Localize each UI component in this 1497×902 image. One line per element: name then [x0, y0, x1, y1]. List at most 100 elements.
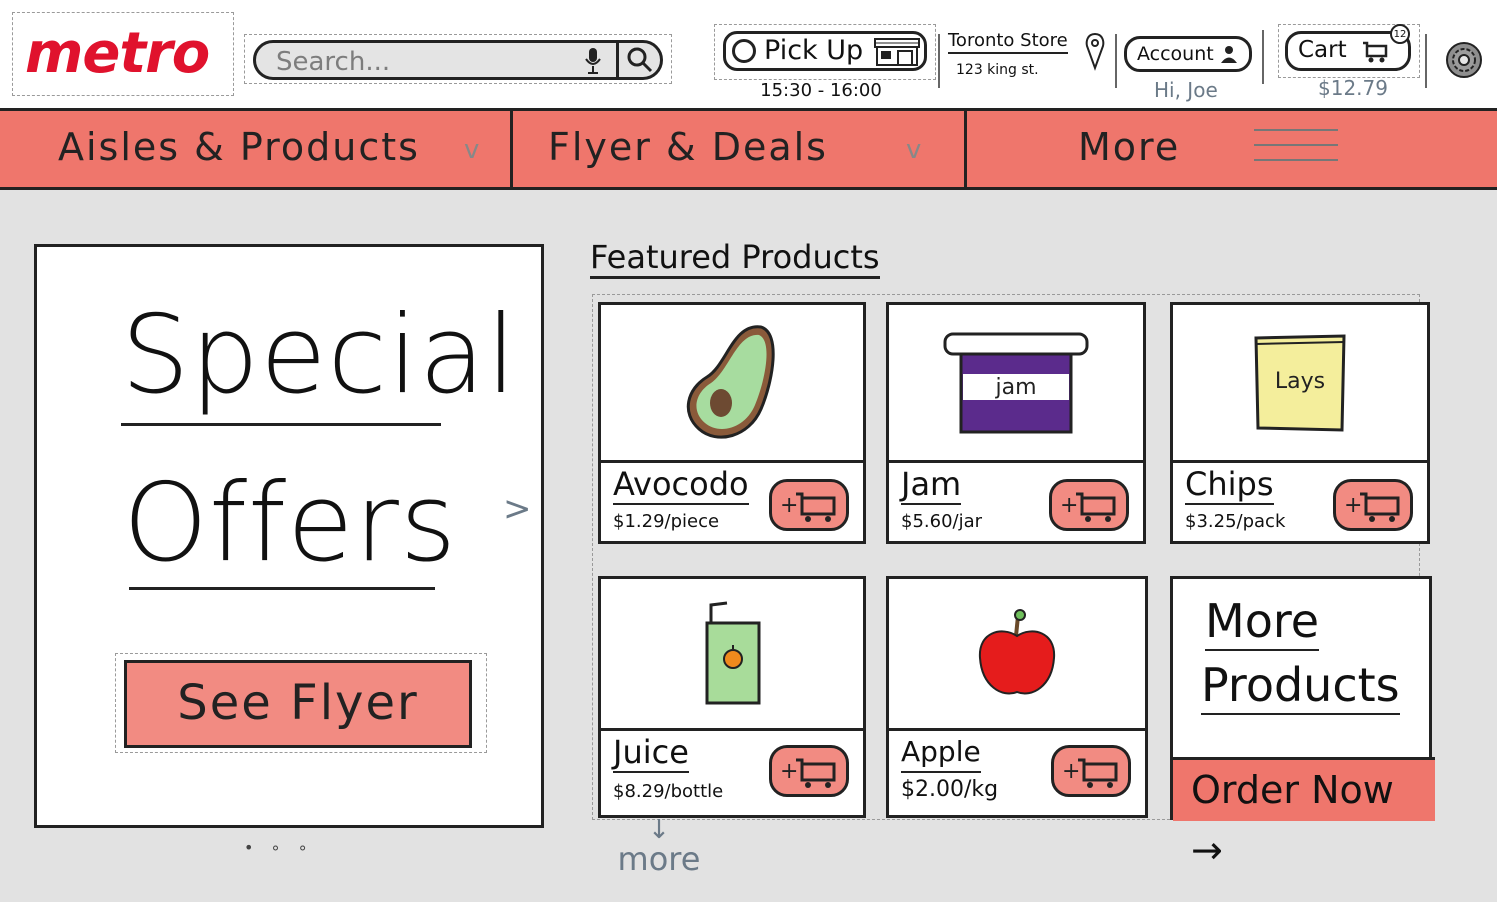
product-price: $2.00/kg [901, 777, 999, 802]
search-bar-container [244, 34, 672, 84]
pickup-container: Pick Up [714, 24, 936, 80]
add-to-cart-button[interactable]: + [769, 479, 849, 531]
tab-label: Flyer & Deals [548, 125, 828, 169]
add-to-cart-button[interactable]: + [769, 745, 849, 797]
underline [129, 587, 435, 590]
more-products-title-line2: Products [1201, 657, 1400, 715]
svg-text:+: + [1062, 759, 1080, 784]
svg-text:+: + [780, 759, 798, 784]
more-products-card[interactable]: More Products Order Now → [1170, 576, 1435, 872]
pickup-toggle[interactable]: Pick Up [723, 31, 927, 71]
underline [121, 423, 441, 426]
svg-text:+: + [1344, 493, 1362, 518]
add-to-cart-button[interactable]: + [1333, 479, 1413, 531]
account-label: Account [1137, 43, 1214, 65]
person-icon [1221, 46, 1237, 63]
pickup-label: Pick Up [764, 35, 864, 66]
order-now-button[interactable]: Order Now → [1173, 757, 1435, 872]
cart-count-badge: 12 [1390, 24, 1410, 44]
top-header: metro Pick Up [0, 0, 1497, 108]
tab-label: More [1078, 125, 1181, 169]
add-to-cart-button[interactable]: + [1049, 479, 1129, 531]
offers-title-line2: Offers [123, 461, 458, 586]
svg-text:+: + [1060, 493, 1078, 518]
product-image: jam [889, 305, 1143, 463]
hamburger-menu-icon[interactable] [1254, 129, 1338, 169]
add-to-cart-button[interactable]: + [1051, 745, 1131, 797]
store-address: 123 king st. [956, 62, 1039, 78]
search-divider [616, 43, 619, 77]
account-greeting: Hi, Joe [1154, 78, 1218, 102]
product-name: Avocodo [613, 465, 749, 505]
product-price: $5.60/jar [901, 511, 983, 532]
account-button[interactable]: Account [1124, 36, 1252, 72]
add-to-cart-icon: + [1344, 492, 1400, 522]
product-price: $8.29/bottle [613, 781, 724, 802]
featured-products-title: Featured Products [590, 238, 880, 279]
main-nav: Aisles & Products v Flyer & Deals v More [0, 108, 1497, 190]
svg-text:+: + [780, 493, 798, 518]
more-products-title-line1: More [1205, 593, 1320, 651]
apple-icon [978, 608, 1056, 694]
gear-icon[interactable] [1440, 38, 1488, 82]
tab-aisles-products[interactable]: Aisles & Products v [0, 111, 513, 187]
location-pin-icon[interactable] [1084, 32, 1106, 72]
jam-jar-icon: jam [943, 332, 1089, 433]
add-to-cart-icon: + [1060, 492, 1116, 522]
add-to-cart-icon: + [780, 492, 836, 522]
carousel-dots[interactable]: • ∘ ∘ [244, 838, 314, 857]
product-name: Apple [901, 733, 981, 773]
avocado-icon [686, 324, 775, 439]
product-card-chips[interactable]: Lays Chips $3.25/pack + [1170, 302, 1430, 544]
see-flyer-container: See Flyer [115, 653, 487, 753]
cart-total: $12.79 [1318, 76, 1388, 100]
product-name: Juice [613, 733, 689, 773]
see-flyer-button[interactable]: See Flyer [124, 660, 472, 748]
metro-logo[interactable]: metro [12, 12, 234, 96]
product-card-jam[interactable]: jam Jam $5.60/jar + [886, 302, 1146, 544]
product-image [601, 305, 863, 463]
product-image [601, 579, 863, 731]
search-bar [253, 40, 663, 80]
product-price: $1.29/piece [613, 511, 720, 532]
product-card-apple[interactable]: Apple $2.00/kg + [886, 576, 1148, 818]
cart-icon [1363, 41, 1388, 63]
pickup-time: 15:30 - 16:00 [760, 80, 882, 101]
chevron-down-icon: v [906, 135, 922, 165]
store-name[interactable]: Toronto Store [948, 30, 1068, 54]
header-divider [938, 34, 940, 88]
add-to-cart-icon: + [1062, 758, 1118, 788]
offers-title-line1: Special [121, 293, 518, 418]
storefront-icon [874, 38, 920, 66]
header-divider [1425, 34, 1427, 88]
jam-label-text: jam [994, 375, 1036, 400]
pickup-radio[interactable] [732, 39, 756, 63]
chips-bag-icon: Lays [1254, 333, 1346, 432]
product-image [889, 579, 1145, 731]
chips-brand-text: Lays [1275, 369, 1325, 394]
header-divider [1262, 30, 1264, 84]
product-name: Chips [1185, 465, 1274, 505]
product-card-avocado[interactable]: Avocodo $1.29/piece + [598, 302, 866, 544]
arrow-down-icon: ↓ [648, 815, 670, 845]
cart-label: Cart [1298, 37, 1347, 63]
juice-box-icon [705, 601, 761, 704]
logo-text: metro [25, 21, 210, 86]
microphone-icon[interactable] [584, 47, 602, 75]
special-offers-carousel: Special Offers > See Flyer [34, 244, 544, 828]
show-more-link[interactable]: ↓ more [614, 815, 704, 878]
product-price: $3.25/pack [1185, 511, 1286, 532]
chevron-down-icon: v [464, 135, 480, 165]
product-card-juice[interactable]: Juice $8.29/bottle + [598, 576, 866, 818]
show-more-label: more [617, 840, 701, 878]
search-icon[interactable] [626, 46, 654, 74]
tab-label: Aisles & Products [58, 125, 420, 169]
product-name: Jam [901, 465, 962, 505]
tab-more[interactable]: More [964, 111, 1497, 187]
carousel-next-icon[interactable]: > [503, 489, 532, 529]
add-to-cart-icon: + [780, 758, 836, 788]
tab-flyer-deals[interactable]: Flyer & Deals v [510, 111, 967, 187]
search-input[interactable] [274, 47, 568, 77]
product-image: Lays [1173, 305, 1427, 463]
header-divider [1115, 34, 1117, 88]
